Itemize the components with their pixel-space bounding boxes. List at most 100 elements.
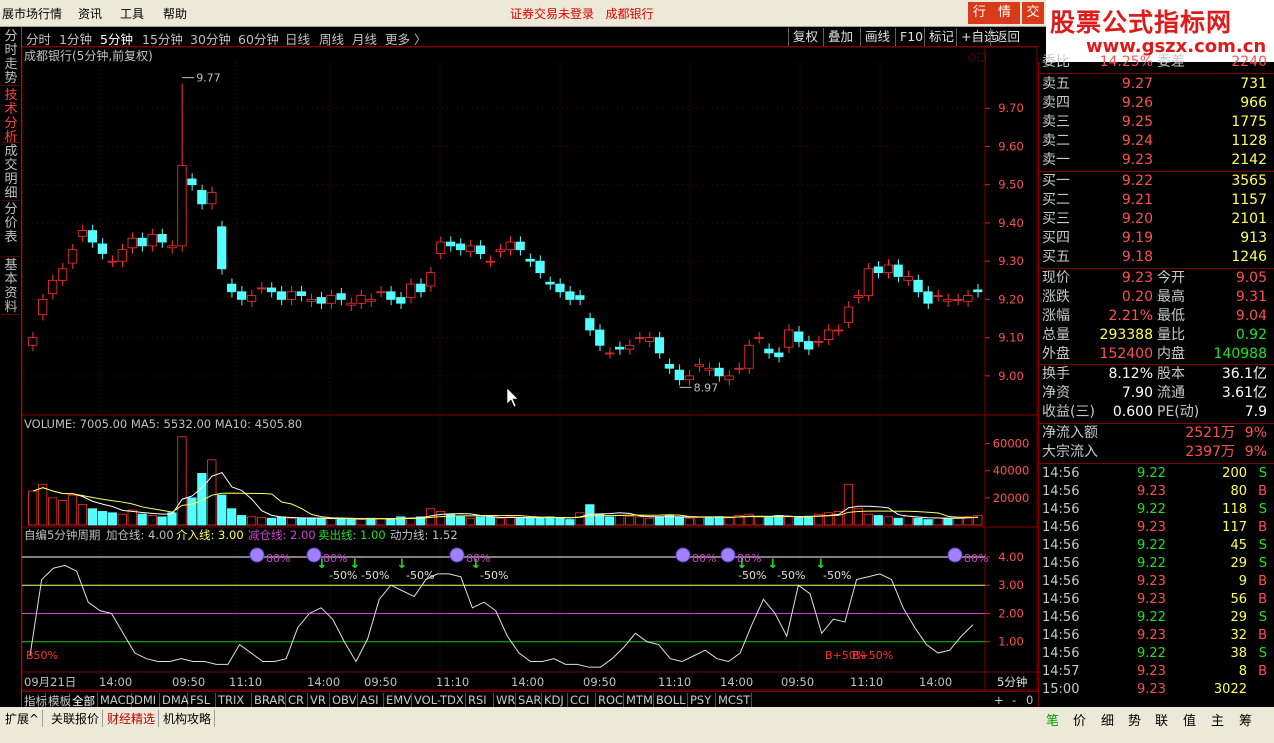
- indicator-tab-16[interactable]: WR: [494, 693, 516, 707]
- vol-label-1: 40000: [993, 464, 1030, 478]
- candle-body-56: [585, 318, 595, 331]
- indicator-tab-24[interactable]: MCST: [716, 693, 752, 707]
- tick-time-0: 14:56: [1042, 466, 1080, 481]
- stat2-row-0: 换手 8.12% 股本 36.1亿: [1039, 365, 1271, 384]
- candle-body-39: [416, 283, 426, 293]
- candle-body-71: [734, 367, 744, 370]
- candle-body-40: [426, 272, 436, 287]
- volume-bar-70: [724, 517, 734, 526]
- indicator-tab-6[interactable]: FSL: [188, 693, 216, 707]
- indicator-tab-21[interactable]: MTM: [624, 693, 654, 707]
- tick-vol-11: 8: [1238, 664, 1247, 679]
- panel-tab-3[interactable]: 势: [1128, 710, 1141, 729]
- status-tab-3[interactable]: 机构攻略: [160, 710, 216, 727]
- indicator-tab-7[interactable]: TRIX: [216, 693, 252, 707]
- volume-bar-28: [306, 517, 316, 526]
- panel-tab-4[interactable]: 联: [1155, 710, 1168, 729]
- tick-row-0: 14:56 9.22 200 S: [1039, 465, 1271, 483]
- tick-price-6: 9.23: [1137, 574, 1166, 589]
- indicator-tab-22[interactable]: BOLL: [654, 693, 688, 707]
- indicator-tab-19[interactable]: CCI: [568, 693, 596, 707]
- signal-minus50-2: -50%: [406, 569, 434, 582]
- panel-tab-1[interactable]: 价: [1073, 710, 1086, 729]
- status-tab-1[interactable]: 关联报价: [48, 710, 104, 727]
- ask-row-3-value-b: 1128: [1231, 133, 1267, 149]
- candle-body-16: [187, 178, 197, 186]
- status-tab-2[interactable]: 财经精选: [104, 710, 160, 727]
- candle-body-21: [237, 291, 247, 300]
- status-tab-0[interactable]: 扩展^: [2, 710, 44, 727]
- candle-body-28: [306, 299, 316, 302]
- indicator-tab-15[interactable]: RSI: [466, 693, 494, 707]
- price-label-5: 9.20: [998, 292, 1024, 306]
- indicator-tab-17[interactable]: SAR: [516, 693, 542, 707]
- indicator-tab-4[interactable]: DMI: [132, 693, 160, 707]
- status-bar: 扩展^ 关联报价 财经精选 机构攻略 笔价细势联值主筹: [0, 707, 1274, 743]
- bottom-right-btn-0[interactable]: +: [992, 693, 1006, 707]
- stat-row-4-label-b: 内盘: [1157, 346, 1185, 362]
- flow-label-0: 净流入额: [1042, 425, 1098, 441]
- indicator-tab-18[interactable]: KDJ: [542, 693, 568, 707]
- indicator-tab-3[interactable]: MACD: [98, 693, 134, 707]
- candle-body-94: [963, 295, 973, 302]
- indicator-header-4: 卖出线: 1.00: [318, 528, 386, 542]
- ask-row-4-value-a: 9.23: [1121, 152, 1153, 168]
- volume-bar-21: [237, 515, 247, 526]
- sep-1: [1039, 73, 1274, 74]
- panel-tab-7[interactable]: 筹: [1239, 710, 1252, 729]
- indicator-tab-23[interactable]: PSY: [688, 693, 716, 707]
- panel-tab-6[interactable]: 主: [1211, 710, 1224, 729]
- tick-row-6: 14:56 9.23 9 B: [1039, 573, 1271, 591]
- stat2-row-0-value-a: 8.12%: [1108, 366, 1153, 382]
- tick-vol-5: 29: [1230, 556, 1247, 571]
- chart-area[interactable]: 成都银行(5分钟,前复权) ◇▢ 9.70 9.60 9.50 9.40 9.30 9.20 9…: [0, 0, 1038, 691]
- bottom-right-btn-1[interactable]: -: [1010, 693, 1018, 707]
- tick-time-5: 14:56: [1042, 556, 1080, 571]
- signal-minus50-6: -50%: [823, 569, 851, 582]
- indicator-tab-10[interactable]: VR: [308, 693, 330, 707]
- volume-bar-48: [505, 516, 515, 526]
- stat-row-1-value-b: 9.31: [1235, 289, 1267, 305]
- stat-row-1: 涨跌 0.20 最高 9.31: [1039, 288, 1271, 307]
- volume-bar-6: [87, 508, 98, 526]
- tick-price-10: 9.22: [1137, 646, 1166, 661]
- indicator-tab-5[interactable]: DMA: [160, 693, 189, 707]
- tick-side-3: B: [1258, 520, 1267, 535]
- stat-row-2-value-b: 9.04: [1235, 308, 1267, 324]
- indicator-tab-9[interactable]: CR: [286, 693, 308, 707]
- indicator-tab-8[interactable]: BRAR: [252, 693, 286, 707]
- panel-tab-2[interactable]: 细: [1101, 710, 1114, 729]
- price-label-6: 9.10: [998, 331, 1024, 345]
- candle-body-66: [684, 375, 694, 381]
- stat-row-3-label-b: 量比: [1157, 327, 1185, 343]
- candle-body-63: [654, 337, 665, 354]
- ask-row-4-label-a: 卖一: [1042, 152, 1070, 168]
- indicator-tab-12[interactable]: ASI: [358, 693, 384, 707]
- stat2-row-1-label-b: 流通: [1157, 385, 1185, 401]
- tick-row-8: 14:56 9.22 29 S: [1039, 609, 1271, 627]
- bottom-right-btn-2[interactable]: 0: [1024, 693, 1035, 707]
- x-label-8: 09:50: [583, 675, 616, 689]
- candle-body-87: [893, 264, 903, 277]
- x-label-6: 11:10: [436, 675, 469, 689]
- indicator-tab-20[interactable]: ROC: [596, 693, 624, 707]
- header-row-value-b: 2240: [1231, 54, 1267, 70]
- indicator-tab-13[interactable]: EMV: [384, 693, 412, 707]
- volume-bar-44: [465, 517, 476, 526]
- candle-body-72: [744, 344, 754, 369]
- stat2-row-1-label-a: 净资: [1042, 385, 1070, 401]
- flow-pct-0: 9%: [1244, 425, 1267, 441]
- volume-bar-51: [535, 516, 545, 526]
- panel-tab-0[interactable]: 笔: [1046, 710, 1059, 729]
- volume-bar-1: [38, 483, 48, 526]
- bid-row-2-value-b: 2101: [1231, 211, 1267, 227]
- panel-tab-5[interactable]: 值: [1183, 710, 1196, 729]
- indicator-tab-11[interactable]: OBV: [330, 693, 358, 707]
- indicator-tab-14[interactable]: VOL-TDX: [412, 693, 466, 707]
- tick-price-7: 9.23: [1137, 592, 1166, 607]
- tick-time-9: 14:56: [1042, 628, 1080, 643]
- candle-body-79: [813, 341, 824, 343]
- tick-time-12: 15:00: [1042, 682, 1080, 697]
- flow-value-0: 2521万: [1185, 425, 1235, 441]
- volume-bar-53: [555, 517, 565, 526]
